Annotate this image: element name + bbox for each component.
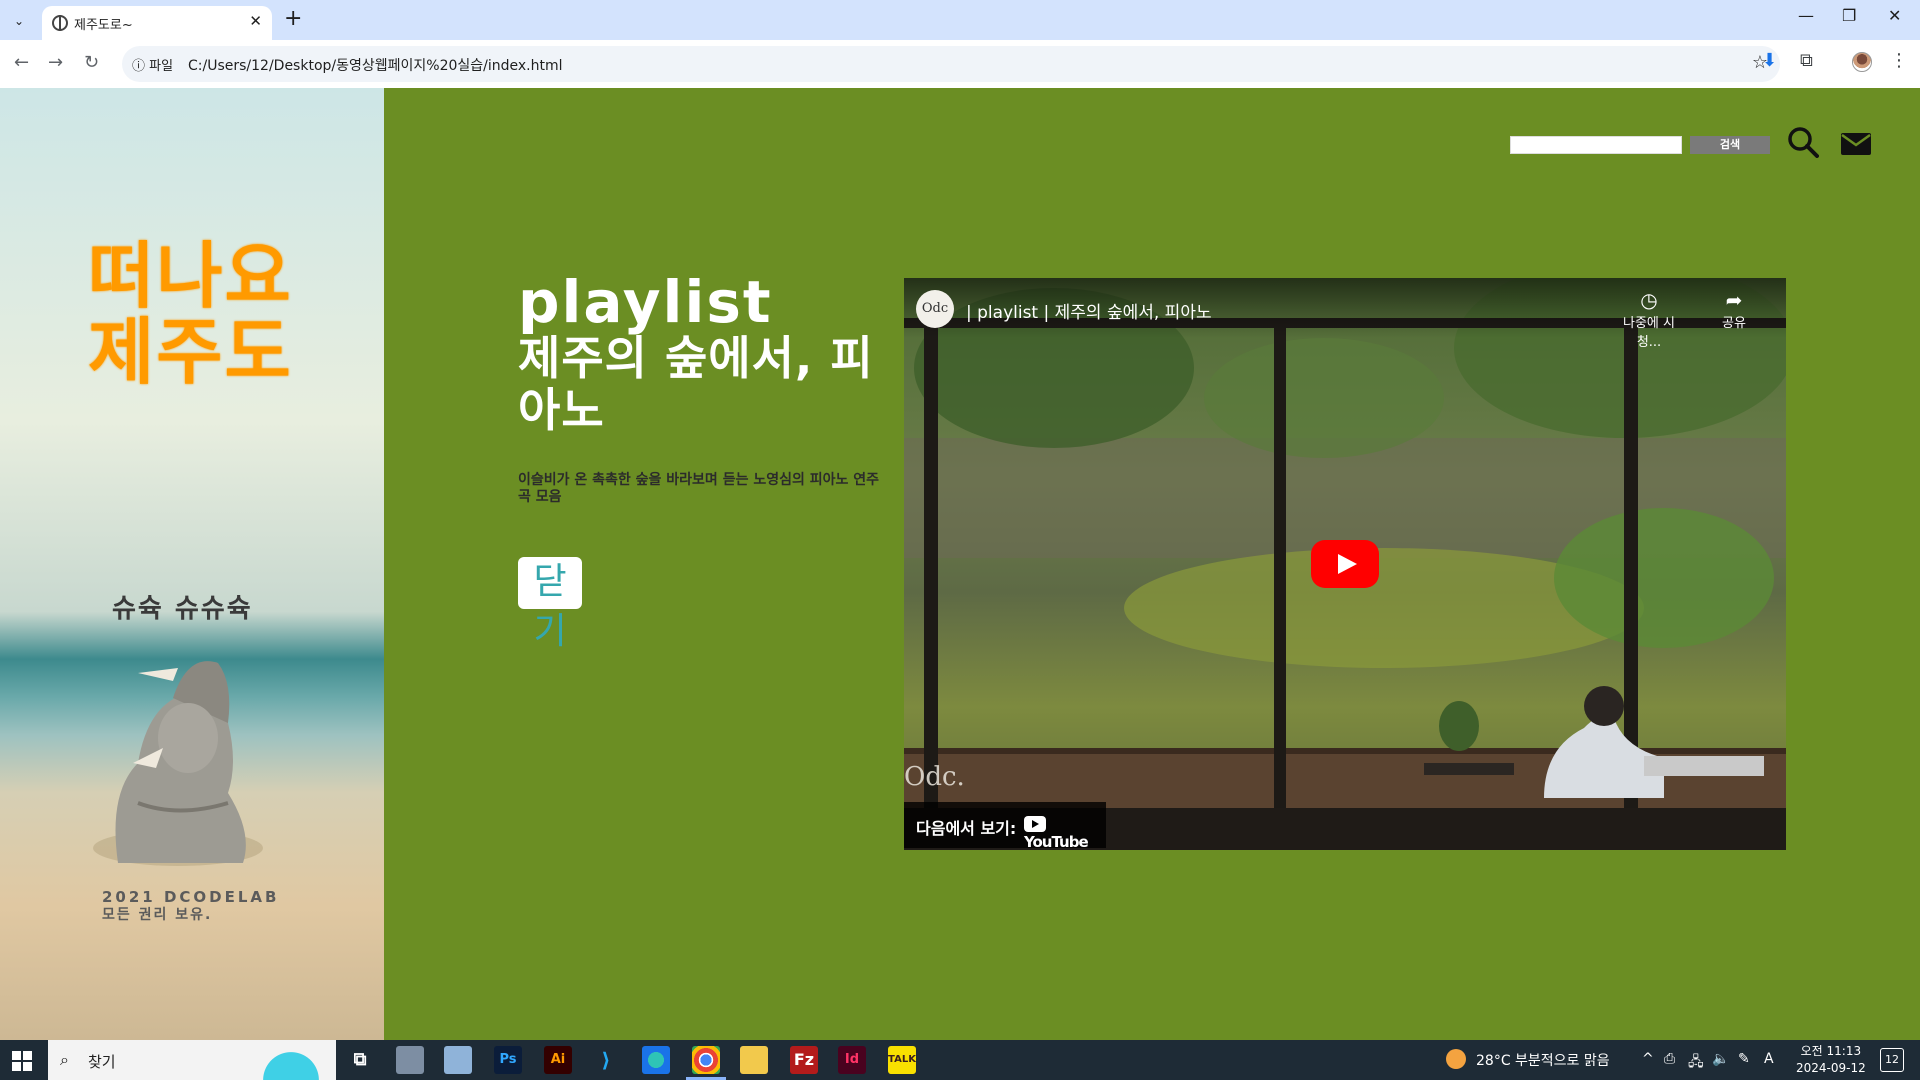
mail-icon[interactable]: [1840, 132, 1872, 156]
watch-later-label: 나중에 시청...: [1623, 316, 1675, 350]
forward-icon[interactable]: →: [48, 52, 63, 73]
vscode-app-icon[interactable]: ⟩: [592, 1046, 620, 1074]
watch-on-youtube-button[interactable]: 다음에서 보기: YouTube: [904, 802, 1106, 850]
playlist-heading: playlist: [518, 268, 773, 336]
windows-icon[interactable]: [12, 1051, 32, 1071]
youtube-text: YouTube: [1024, 833, 1089, 850]
clock-icon: ◷: [1640, 288, 1658, 312]
volume-muted-icon[interactable]: 🔈: [1712, 1051, 1729, 1067]
clock-date: 2024-09-12: [1796, 1061, 1866, 1075]
back-icon[interactable]: ←: [14, 52, 29, 73]
play-icon[interactable]: [1311, 540, 1379, 588]
copyright-line2: 모든 권리 보유.: [102, 907, 213, 923]
youtube-embed[interactable]: Odc | playlist | 제주의 숲에서, 피아노 ◷ 나중에 시청..…: [904, 278, 1786, 850]
task-view-icon[interactable]: ⧉: [346, 1046, 374, 1074]
tray-device-icon[interactable]: ⎙: [1664, 1051, 1675, 1067]
restore-button[interactable]: ❐: [1842, 6, 1856, 25]
photoshop-app-icon[interactable]: Ps: [494, 1046, 522, 1074]
weather-icon[interactable]: [1446, 1049, 1466, 1069]
search-button[interactable]: 검색: [1690, 136, 1770, 154]
watch-later-button[interactable]: ◷ 나중에 시청...: [1614, 288, 1684, 350]
edge-app-icon[interactable]: [642, 1046, 670, 1074]
weather-text[interactable]: 28°C 부분적으로 맑음: [1476, 1050, 1610, 1070]
omnibox-prefix: 파일: [149, 59, 174, 74]
browser-tab[interactable]: 제주도로~ ✕: [42, 6, 272, 40]
illustrator-app-icon[interactable]: Ai: [544, 1046, 572, 1074]
video-watermark: Odc.: [904, 762, 965, 792]
channel-logo[interactable]: Odc: [916, 290, 954, 328]
download-icon[interactable]: ⬇: [1762, 50, 1777, 71]
brand-line1: 떠나요: [88, 234, 293, 318]
clock-time: 오전 11:13: [1800, 1044, 1862, 1058]
tray-chevron-icon[interactable]: ^: [1642, 1051, 1654, 1067]
extensions-icon[interactable]: ⧉: [1800, 50, 1813, 71]
taskbar-search-label: 찾기: [88, 1053, 116, 1071]
search-highlight-image: [256, 1044, 326, 1080]
pen-icon[interactable]: ✎: [1738, 1051, 1750, 1067]
profile-avatar[interactable]: [1852, 52, 1872, 72]
notification-center[interactable]: 12: [1880, 1048, 1904, 1072]
sidebar: 떠나요 제주도 슈슉 슈슈슉 2021 DCODELAB 모든 권리 보유.: [0, 88, 384, 1040]
minimize-button[interactable]: —: [1798, 6, 1814, 25]
playlist-description: 이슬비가 온 촉촉한 숲을 바라보며 듣는 노영심의 피아노 연주곡 모음: [518, 472, 879, 505]
search-input[interactable]: [1510, 136, 1682, 154]
chrome-app-icon[interactable]: [686, 1046, 726, 1080]
taskbar-search[interactable]: ⌕ 찾기: [48, 1040, 336, 1080]
plus-icon[interactable]: +: [284, 6, 302, 31]
tab-title: 제주도로~: [74, 18, 133, 33]
file-explorer-icon[interactable]: [740, 1046, 768, 1074]
share-label: 공유: [1722, 316, 1746, 331]
tagline: 슈슉 슈슈슉: [112, 594, 253, 624]
close-button[interactable]: 닫기: [518, 557, 582, 652]
webpage: 떠나요 제주도 슈슉 슈슈슉 2021 DCODELAB 모든 권리 보유. 검…: [0, 88, 1920, 1040]
share-button[interactable]: ➦ 공유: [1714, 288, 1754, 331]
ime-indicator[interactable]: A: [1764, 1051, 1774, 1067]
address-bar[interactable]: ⓘ 파일 C:/Users/12/Desktop/동영상웹페이지%20실습/in…: [122, 46, 1780, 82]
dol-hareubang-image: [93, 661, 263, 866]
globe-icon: [52, 15, 68, 31]
video-title[interactable]: | playlist | 제주의 숲에서, 피아노: [966, 298, 1212, 323]
paint-app-icon[interactable]: [396, 1046, 424, 1074]
close-icon[interactable]: ✕: [249, 12, 262, 30]
window-close-button[interactable]: ✕: [1888, 6, 1901, 25]
taskbar: ⌕ 찾기 ⧉ Ps Ai ⟩ Fz Id TALK 28°C 부분적으로 맑음 …: [0, 1040, 1920, 1080]
menu-icon[interactable]: ⋮: [1890, 50, 1908, 71]
notepad-app-icon[interactable]: [444, 1046, 472, 1074]
share-icon: ➦: [1725, 288, 1743, 312]
youtube-play-icon: [1024, 816, 1046, 832]
browser-tab-bar: ⌄ 제주도로~ ✕ + — ❐ ✕: [0, 0, 1920, 40]
search-glass-icon: ⌕: [60, 1050, 69, 1069]
reload-icon[interactable]: ↻: [84, 52, 99, 73]
brand-title[interactable]: 떠나요 제주도: [88, 238, 293, 390]
system-clock[interactable]: 오전 11:13 2024-09-12: [1796, 1043, 1866, 1077]
youtube-logo: YouTube: [1024, 815, 1106, 850]
browser-toolbar: ← → ↻ ⓘ 파일 C:/Users/12/Desktop/동영상웹페이지%2…: [0, 40, 1920, 88]
filezilla-app-icon[interactable]: Fz: [790, 1046, 818, 1074]
url-text[interactable]: C:/Users/12/Desktop/동영상웹페이지%20실습/index.h…: [188, 55, 563, 75]
watch-on-label: 다음에서 보기:: [916, 819, 1017, 838]
tab-search-button[interactable]: ⌄: [8, 10, 30, 32]
search-icon[interactable]: [1787, 126, 1819, 158]
info-icon[interactable]: ⓘ 파일: [132, 55, 173, 74]
brand-line2: 제주도: [88, 310, 293, 394]
playlist-subheading: 제주의 숲에서, 피아노: [518, 331, 874, 437]
indesign-app-icon[interactable]: Id: [838, 1046, 866, 1074]
main-area: 검색 playlist 제주의 숲에서, 피아노 이슬비가 온 촉촉한 숲을 바…: [384, 88, 1920, 1040]
network-icon[interactable]: 🖧: [1688, 1051, 1704, 1075]
kakaotalk-app-icon[interactable]: TALK: [888, 1046, 916, 1074]
